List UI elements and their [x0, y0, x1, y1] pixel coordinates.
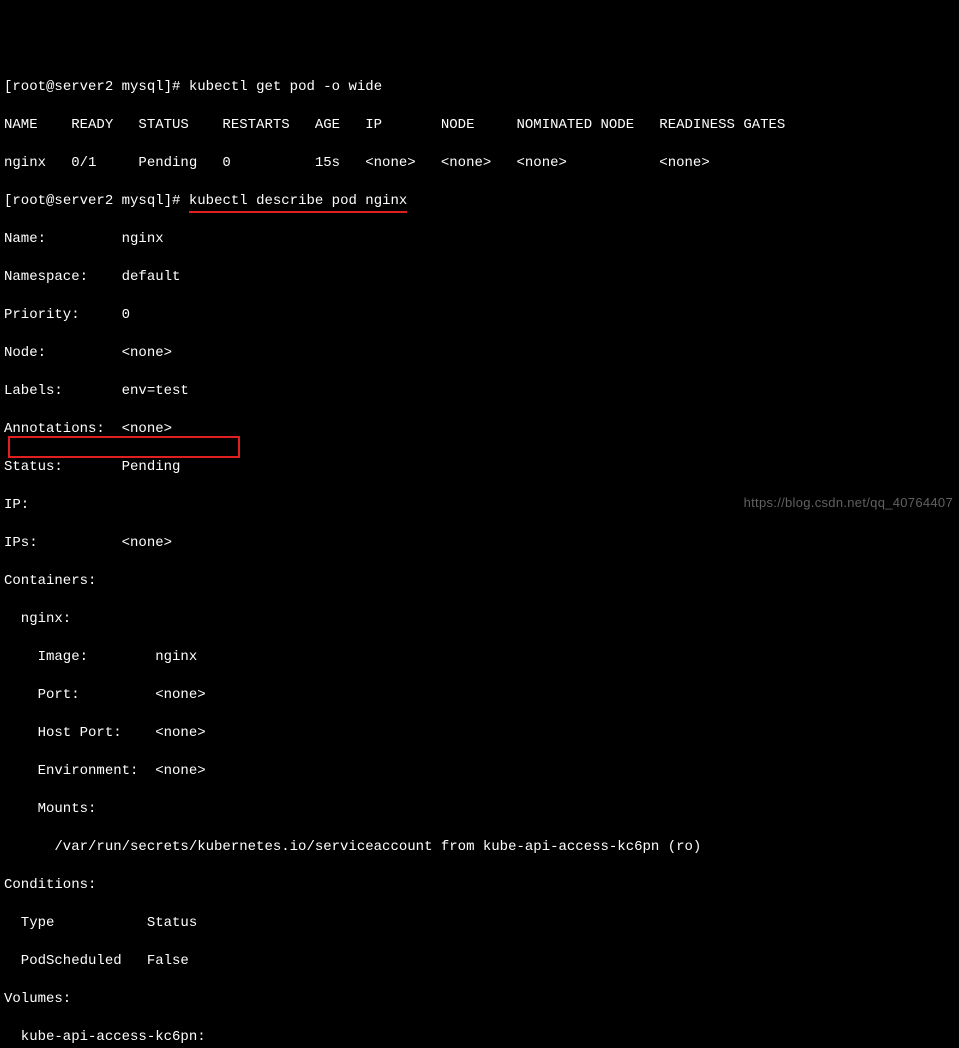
desc-name: Name: nginx: [4, 230, 955, 249]
bracket-close: ]#: [164, 79, 189, 95]
desc-conditions: Conditions:: [4, 876, 955, 895]
desc-environment: Environment: <none>: [4, 762, 955, 781]
desc-annotations: Annotations: <none>: [4, 420, 955, 439]
prompt-userhost: root@server2 mysql: [12, 79, 163, 95]
watermark-text: https://blog.csdn.net/qq_40764407: [744, 493, 953, 512]
desc-ips: IPs: <none>: [4, 534, 955, 553]
prompt-userhost: root@server2 mysql: [12, 193, 163, 209]
desc-node: Node: <none>: [4, 344, 955, 363]
desc-mount-path: /var/run/secrets/kubernetes.io/serviceac…: [4, 838, 955, 857]
desc-condition-header: Type Status: [4, 914, 955, 933]
desc-condition-row: PodScheduled False: [4, 952, 955, 971]
desc-port: Port: <none>: [4, 686, 955, 705]
command-2-underlined: kubectl describe pod nginx: [189, 192, 407, 211]
desc-volumes: Volumes:: [4, 990, 955, 1009]
desc-hostport: Host Port: <none>: [4, 724, 955, 743]
prompt-line-2: [root@server2 mysql]# kubectl describe p…: [4, 192, 955, 211]
desc-containers: Containers:: [4, 572, 955, 591]
desc-mounts: Mounts:: [4, 800, 955, 819]
bracket-close: ]#: [164, 193, 189, 209]
command-1: kubectl get pod -o wide: [189, 79, 382, 95]
table-row-1: nginx 0/1 Pending 0 15s <none> <none> <n…: [4, 154, 955, 173]
desc-volume-name: kube-api-access-kc6pn:: [4, 1028, 955, 1047]
desc-namespace: Namespace: default: [4, 268, 955, 287]
desc-priority: Priority: 0: [4, 306, 955, 325]
highlight-box-podscheduled: [8, 436, 240, 458]
desc-labels: Labels: env=test: [4, 382, 955, 401]
desc-status: Status: Pending: [4, 458, 955, 477]
table-header: NAME READY STATUS RESTARTS AGE IP NODE N…: [4, 116, 955, 135]
desc-container-name: nginx:: [4, 610, 955, 629]
prompt-line-1: [root@server2 mysql]# kubectl get pod -o…: [4, 78, 955, 97]
desc-image: Image: nginx: [4, 648, 955, 667]
